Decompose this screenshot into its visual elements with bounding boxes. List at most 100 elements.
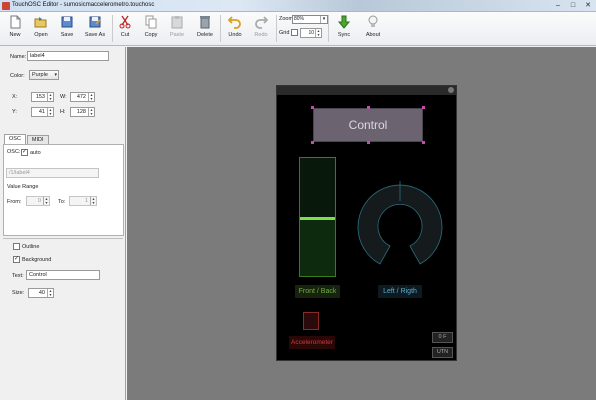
grid-size-spinner[interactable]: 10 ▲ ▼ [300,28,322,38]
window-title: TouchOSC Editor - sumosicmaccelerometro.… [12,2,155,8]
resize-handle[interactable] [422,106,425,109]
property-tabs: OSC MIDI [4,134,50,144]
layout-tab-bar [277,86,456,95]
layout-preview[interactable]: Control Front / Back Left / Rigth Accele… [276,85,457,361]
outline-label: Outline [22,244,40,250]
resize-handle[interactable] [367,141,370,144]
zoom-label: Zoom [279,16,294,22]
sync-button[interactable]: Sync [331,15,357,38]
new-file-icon [10,15,21,29]
outline-checkbox[interactable] [13,243,20,250]
left-right-rotary[interactable] [355,176,445,271]
mini-button-1[interactable]: 0 F [432,332,453,343]
control-label-widget[interactable]: Control [313,108,423,142]
undo-button[interactable]: Undo [222,15,248,38]
app-icon [2,2,10,10]
new-button-label: New [9,32,21,38]
mini-button-2[interactable]: UTN [432,347,453,358]
new-button[interactable]: New [2,15,28,38]
fader-knob[interactable] [300,217,335,221]
y-label: Y: [12,109,17,115]
layout-close-icon[interactable] [448,87,454,93]
save-button-label: Save [60,32,74,38]
paste-button-label: Paste [169,32,185,38]
open-button[interactable]: Open [28,15,54,38]
copy-button-label: Copy [144,32,158,38]
resize-handle[interactable] [367,106,370,109]
about-button[interactable]: About [360,15,386,38]
cut-button[interactable]: Cut [112,15,138,38]
h-field[interactable]: 128 ▲ ▼ [70,107,95,117]
scissors-icon [119,15,131,29]
size-field[interactable]: 40 ▲ ▼ [28,288,54,298]
spin-arrows-icon[interactable]: ▲ ▼ [88,108,94,116]
redo-button[interactable]: Redo [248,15,274,38]
fader-fill [300,219,335,276]
maximize-button[interactable]: □ [567,1,579,10]
spin-arrows-icon[interactable]: ▲ ▼ [43,197,49,205]
osc-address-field[interactable]: /1/label4 [6,168,99,178]
undo-icon [228,16,241,29]
name-label: Name: [10,54,27,60]
grid-size-value: 10 [308,30,314,36]
x-value: 153 [35,94,45,100]
lightbulb-icon [368,15,378,27]
spin-arrows-icon[interactable]: ▲ ▼ [47,93,53,101]
text-field[interactable]: Control [26,270,100,280]
toolbar-separator [276,15,277,42]
undo-button-label: Undo [228,32,242,38]
window-controls: – □ ✕ [552,1,594,10]
paste-button[interactable]: Paste [164,15,190,38]
accelerometer-toggle[interactable] [303,312,319,330]
resize-handle[interactable] [311,106,314,109]
close-button[interactable]: ✕ [582,1,594,10]
resize-handle[interactable] [422,141,425,144]
front-back-fader[interactable] [299,157,336,277]
about-button-label: About [365,32,381,38]
w-field[interactable]: 472 ▲ ▼ [70,92,95,102]
h-value: 128 [76,109,86,115]
resize-handle[interactable] [311,141,314,144]
value-range-label: Value Range [7,184,39,190]
tab-osc[interactable]: OSC [4,134,26,144]
size-value: 40 [38,290,45,296]
background-label: Background [22,257,52,263]
spin-arrows-icon[interactable]: ▲ ▼ [47,108,53,116]
sync-button-label: Sync [337,32,351,38]
background-checkbox[interactable]: ✓ [13,256,20,263]
name-field[interactable]: label4 [27,51,109,61]
open-button-label: Open [34,32,48,38]
save-icon [61,16,73,28]
save-as-button-label: Save As [84,32,106,38]
color-select[interactable]: Purple ▾ [29,70,59,80]
spin-arrows-icon[interactable]: ▲ ▼ [47,289,53,297]
paste-icon [171,16,183,29]
chevron-down-icon: ▾ [320,16,327,23]
spin-arrows-icon[interactable]: ▲ ▼ [90,197,96,205]
copy-icon [145,15,157,29]
delete-button-label: Delete [197,32,213,38]
copy-button[interactable]: Copy [138,15,164,38]
zoom-select[interactable]: 80% ▾ [292,15,328,24]
to-field[interactable]: 1 ▲ ▼ [69,196,97,206]
osc-tab-pane: OSC: ✓ auto /1/label4 Value Range From: … [3,144,124,236]
delete-button[interactable]: Delete [192,15,218,38]
auto-checkbox[interactable]: ✓ [21,149,28,156]
minimize-button[interactable]: – [552,1,564,10]
save-as-button[interactable]: Save As [82,15,108,38]
grid-label: Grid [279,30,290,36]
toolbar-separator [328,15,329,42]
spin-arrows-icon[interactable]: ▲ ▼ [88,93,94,101]
grid-checkbox[interactable] [291,29,298,36]
redo-button-label: Redo [254,32,268,38]
w-value: 472 [76,94,86,100]
h-label: H: [60,109,66,115]
toolbar: New Open Save Save As Cut Copy Paste Del… [0,12,596,46]
y-value: 41 [38,109,45,115]
save-button[interactable]: Save [54,15,80,38]
spin-arrows-icon[interactable]: ▲ ▼ [315,29,321,37]
tab-midi[interactable]: MIDI [26,135,49,144]
from-field[interactable]: 0 ▲ ▼ [26,196,50,206]
x-field[interactable]: 153 ▲ ▼ [31,92,54,102]
y-field[interactable]: 41 ▲ ▼ [31,107,54,117]
